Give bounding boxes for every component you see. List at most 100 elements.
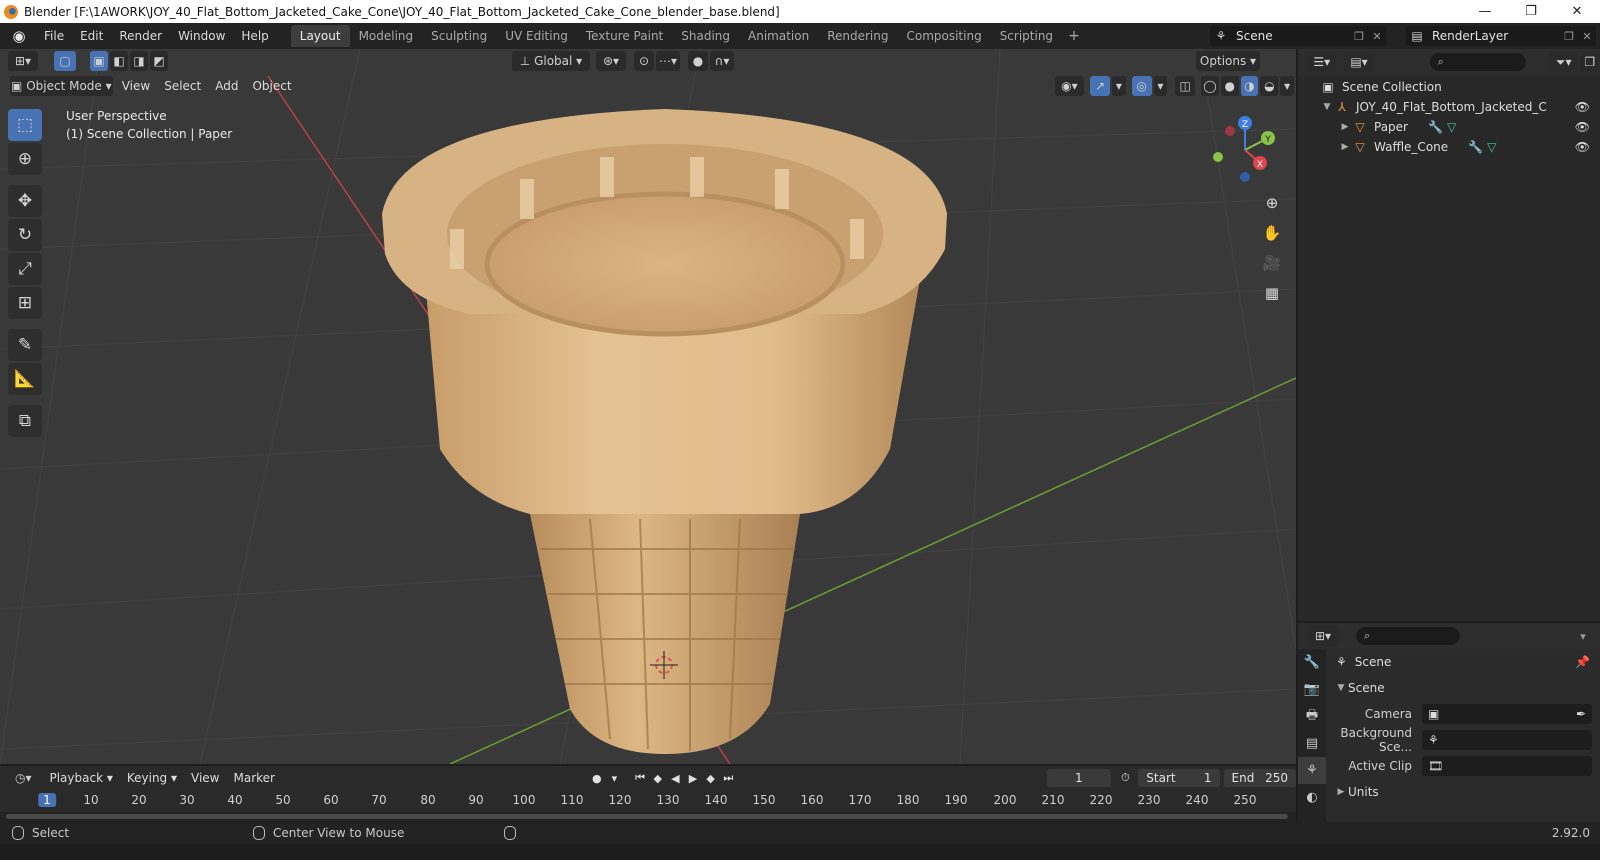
transform-orientation-dropdown[interactable]: ⊥ Global ▾ xyxy=(512,51,590,71)
outliner-row-collection[interactable]: ▼ ⅄ JOY_40_Flat_Bottom_Jacketed_C 👁 xyxy=(1298,97,1600,117)
view-layer-tab-icon[interactable]: ▤ xyxy=(1298,730,1326,757)
material-shading-icon[interactable]: ◑ xyxy=(1240,76,1259,96)
select-box-tool-icon[interactable]: ⬚ xyxy=(8,109,42,141)
minimize-button[interactable]: — xyxy=(1462,0,1508,23)
scene-selector[interactable]: ⚘ Scene ❐ ✕ xyxy=(1210,26,1386,46)
menu-help[interactable]: Help xyxy=(233,23,276,49)
measure-tool-icon[interactable]: 📐 xyxy=(8,363,42,395)
outliner-row-paper[interactable]: ▶ ▽ Paper 🔧 ▽ 👁 xyxy=(1298,117,1600,137)
tool-tab-icon[interactable]: 🔧 xyxy=(1298,649,1326,676)
menu-select[interactable]: Select xyxy=(157,75,208,97)
3d-viewport[interactable]: ⊞▾ ▢ ▣ ◧ ◨ ◩ ⊥ Global ▾ ⊛▾ ⊙ ⋯▾ ● ∩▾ Opt… xyxy=(0,49,1296,764)
gizmo-icon[interactable]: ↗ xyxy=(1090,76,1110,96)
pivot-point-icon[interactable]: ⊛▾ xyxy=(596,51,626,71)
properties-options-icon[interactable]: ▾ xyxy=(1574,630,1592,643)
move-tool-icon[interactable]: ✥ xyxy=(8,185,42,217)
copy-scene-icon[interactable]: ❐ xyxy=(1350,30,1368,43)
display-mode-icon[interactable]: ▤▾ xyxy=(1344,52,1374,72)
add-cube-tool-icon[interactable]: ⧉ xyxy=(8,405,42,437)
gizmo-neg-y-icon[interactable] xyxy=(1213,152,1223,162)
record-keyframe-icon[interactable]: ● xyxy=(588,768,606,788)
visibility-icon[interactable]: ◉▾ xyxy=(1054,76,1085,96)
visibility-eye-icon[interactable]: 👁 xyxy=(1575,140,1590,154)
solid-shading-icon[interactable]: ● xyxy=(1220,76,1239,96)
eyedropper-icon[interactable]: ✒ xyxy=(1576,707,1586,721)
mode-intersect-icon[interactable]: ◩ xyxy=(150,51,168,71)
stopwatch-icon[interactable]: ⏱ xyxy=(1117,768,1135,788)
options-dropdown[interactable]: Options ▾ xyxy=(1196,51,1260,71)
collapse-triangle-icon[interactable]: ▼ xyxy=(1320,102,1334,112)
ortho-grid-icon[interactable]: ▦ xyxy=(1258,279,1286,307)
menu-marker[interactable]: Marker xyxy=(227,767,282,789)
start-frame-field[interactable]: Start 1 xyxy=(1138,769,1220,787)
background-scene-field[interactable]: ⚘ xyxy=(1422,730,1592,750)
shading-dropdown-icon[interactable]: ▾ xyxy=(1280,76,1295,96)
maximize-button[interactable]: ❐ xyxy=(1508,0,1554,23)
expand-triangle-icon[interactable]: ▶ xyxy=(1338,142,1352,152)
scene-tab-icon[interactable]: ⚘ xyxy=(1298,757,1326,784)
play-icon[interactable]: ▶ xyxy=(684,768,702,788)
current-frame-marker[interactable]: 1 xyxy=(38,793,56,807)
copy-layer-icon[interactable]: ❐ xyxy=(1560,30,1578,43)
menu-view[interactable]: View xyxy=(115,75,157,97)
tab-compositing[interactable]: Compositing xyxy=(897,25,990,47)
menu-add[interactable]: Add xyxy=(208,75,245,97)
end-frame-field[interactable]: End 250 xyxy=(1223,769,1296,787)
jump-next-keyframe-icon[interactable]: ◆ xyxy=(702,768,720,788)
view-layer-name[interactable]: RenderLayer xyxy=(1428,29,1560,43)
rendered-shading-icon[interactable]: ◒ xyxy=(1260,76,1279,96)
falloff-icon[interactable]: ∩▾ xyxy=(710,51,734,71)
outliner-editor-type-icon[interactable]: ☰▾ xyxy=(1308,52,1336,72)
expand-triangle-icon[interactable]: ▶ xyxy=(1338,122,1352,132)
remove-scene-icon[interactable]: ✕ xyxy=(1368,30,1386,43)
add-workspace-button[interactable]: + xyxy=(1062,28,1086,44)
properties-search-input[interactable]: ⌕ xyxy=(1356,627,1460,645)
tab-animation[interactable]: Animation xyxy=(739,25,818,47)
timeline-ruler[interactable]: 1 10 20 30 40 50 60 70 80 90 100 110 120… xyxy=(0,790,1296,812)
properties-editor-type-icon[interactable]: ⊞▾ xyxy=(1308,626,1338,646)
new-collection-icon[interactable]: ❐ xyxy=(1581,52,1599,72)
filter-icon[interactable]: ⏷▾ xyxy=(1549,52,1578,72)
remove-layer-icon[interactable]: ✕ xyxy=(1578,30,1596,43)
menu-edit[interactable]: Edit xyxy=(72,23,111,49)
tab-uv-editing[interactable]: UV Editing xyxy=(496,25,577,47)
close-button[interactable]: ✕ xyxy=(1554,0,1600,23)
visibility-eye-icon[interactable]: 👁 xyxy=(1575,120,1590,134)
tab-modeling[interactable]: Modeling xyxy=(350,25,423,47)
blender-logo-icon[interactable]: ◉ xyxy=(10,27,28,45)
play-reverse-icon[interactable]: ◀ xyxy=(667,768,685,788)
timeline-editor-type-icon[interactable]: ◷▾ xyxy=(10,768,37,788)
world-tab-icon[interactable]: ◐ xyxy=(1298,784,1326,811)
jump-end-icon[interactable]: ⏭ xyxy=(719,768,737,788)
mode-subtract-icon[interactable]: ◨ xyxy=(130,51,148,71)
outliner-row-waffle-cone[interactable]: ▶ ▽ Waffle_Cone 🔧 ▽ 👁 xyxy=(1298,137,1600,157)
tab-rendering[interactable]: Rendering xyxy=(818,25,897,47)
snap-icon[interactable]: ⊙ xyxy=(634,51,654,71)
view-layer-selector[interactable]: ▤ RenderLayer ❐ ✕ xyxy=(1406,26,1596,46)
rotate-tool-icon[interactable]: ↻ xyxy=(8,219,42,251)
visibility-eye-icon[interactable]: 👁 xyxy=(1575,100,1590,114)
wireframe-shading-icon[interactable]: ◯ xyxy=(1201,76,1219,96)
jump-start-icon[interactable]: ⏮ xyxy=(631,768,649,788)
outliner-search-input[interactable]: ⌕ xyxy=(1429,53,1526,71)
menu-file[interactable]: File xyxy=(36,23,72,49)
pan-hand-icon[interactable]: ✋ xyxy=(1258,219,1286,247)
menu-keying[interactable]: Keying ▾ xyxy=(120,767,184,789)
gizmo-neg-x-icon[interactable] xyxy=(1225,126,1235,136)
panel-collapse-icon[interactable]: ▼ xyxy=(1334,683,1348,693)
zoom-icon[interactable]: ⊕ xyxy=(1258,189,1286,217)
editor-type-icon[interactable]: ⊞▾ xyxy=(8,51,38,71)
transform-tool-icon[interactable]: ⊞ xyxy=(8,287,42,319)
menu-playback[interactable]: Playback ▾ xyxy=(42,767,119,789)
gizmo-dropdown-icon[interactable]: ▾ xyxy=(1111,76,1126,96)
overlay-dropdown-icon[interactable]: ▾ xyxy=(1153,76,1168,96)
mesh-data-icon[interactable]: ▽ xyxy=(1487,140,1496,154)
menu-render[interactable]: Render xyxy=(111,23,170,49)
menu-timeline-view[interactable]: View xyxy=(184,767,226,789)
panel-header-scene[interactable]: ▼ Scene xyxy=(1328,675,1600,701)
current-frame-field[interactable]: 1 xyxy=(1047,769,1111,787)
overlay-icon[interactable]: ◎ xyxy=(1131,76,1152,96)
camera-view-icon[interactable]: 🎥 xyxy=(1258,249,1286,277)
output-tab-icon[interactable]: 🖶 xyxy=(1298,703,1326,730)
proportional-edit-icon[interactable]: ● xyxy=(688,51,708,71)
